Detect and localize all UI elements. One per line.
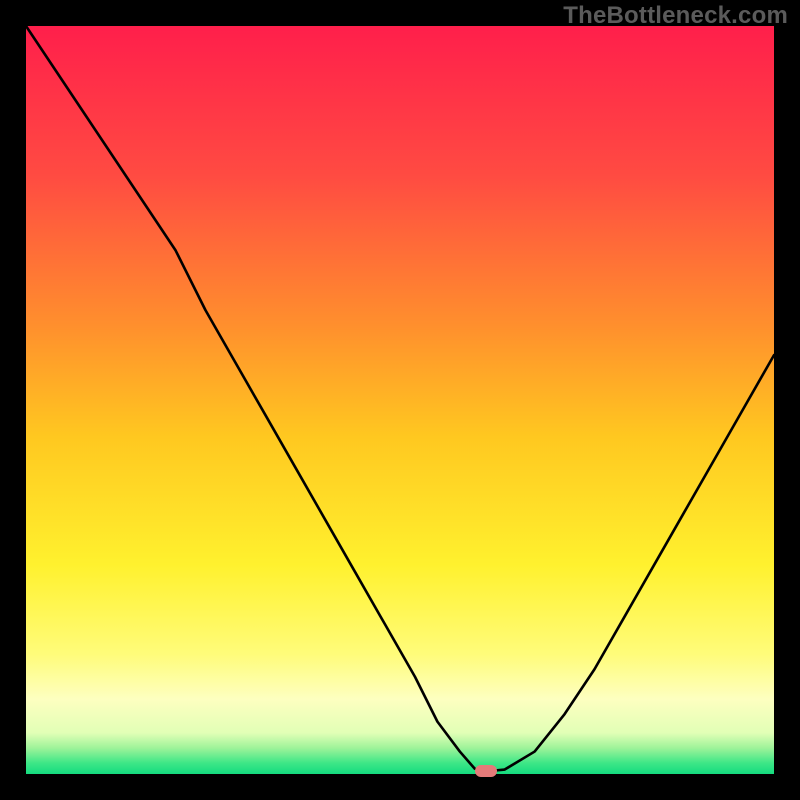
chart-plot [26,26,774,774]
gradient-background [26,26,774,774]
chart-frame: TheBottleneck.com [0,0,800,800]
optimal-point-marker [475,765,497,777]
